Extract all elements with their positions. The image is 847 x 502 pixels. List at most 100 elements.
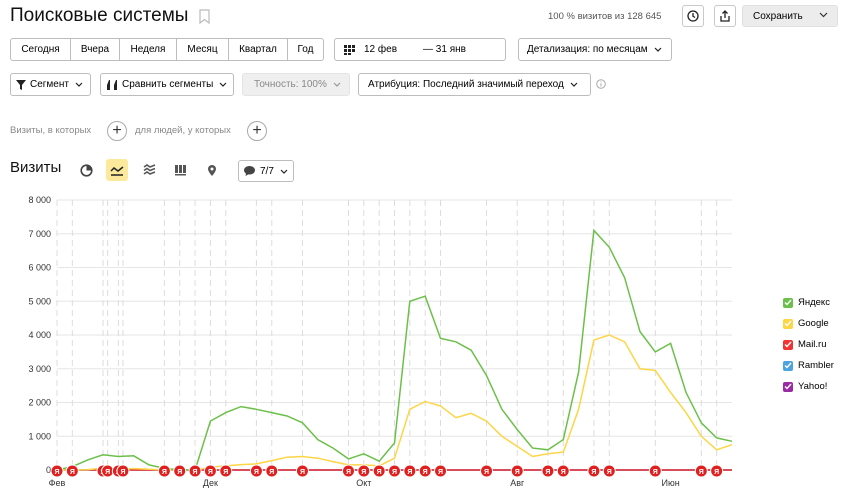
line-view-button[interactable] (106, 159, 128, 181)
save-button[interactable]: Сохранить (742, 5, 838, 27)
compare-segments-button[interactable]: Сравнить сегменты (100, 73, 234, 96)
detail-label: Детализация: по месяцам (527, 44, 648, 55)
bar-chart-icon (174, 165, 186, 176)
svg-text:Я: Я (105, 469, 110, 476)
accuracy-label: Точность: 100% (254, 79, 327, 90)
svg-text:Я: Я (70, 469, 75, 476)
legend-item[interactable]: Rambler (783, 360, 834, 371)
legend-item[interactable]: Яндекс (783, 297, 830, 308)
comment-marker[interactable]: Я (541, 464, 555, 478)
comment-marker[interactable]: Я (388, 464, 401, 478)
comment-marker[interactable]: Я (510, 464, 524, 478)
legend-item[interactable]: Yahoo! (783, 381, 827, 392)
x-tick-label: Окт (356, 478, 371, 488)
attribution-label: Атрибуция: Последний значимый переход (368, 79, 564, 90)
svg-text:Я: Я (545, 469, 550, 476)
pie-icon (79, 163, 93, 177)
comment-marker[interactable]: Я (65, 464, 79, 478)
checkbox-icon[interactable] (783, 381, 793, 392)
comment-marker[interactable]: Я (587, 464, 601, 478)
share-button[interactable] (714, 5, 736, 27)
comment-marker[interactable]: Я (116, 464, 130, 478)
comment-marker[interactable]: Я (372, 464, 386, 478)
legend-label: Google (798, 318, 829, 329)
svg-text:Я: Я (223, 469, 228, 476)
comment-marker[interactable]: Я (341, 464, 355, 478)
comment-marker[interactable]: Я (188, 464, 202, 478)
chevron-down-icon (819, 12, 828, 18)
legend-label: Mail.ru (798, 339, 827, 350)
visits-share-info: 100 % визитов из 128 645 (548, 11, 662, 22)
comment-marker[interactable]: Я (694, 464, 708, 478)
date-range-picker[interactable]: 12 фев — 31 янв (334, 38, 506, 61)
comment-marker[interactable]: Я (556, 464, 570, 478)
comment-marker[interactable]: Я (173, 464, 187, 478)
checkbox-icon[interactable] (783, 297, 793, 308)
info-icon[interactable] (596, 79, 606, 89)
history-button[interactable] (682, 5, 704, 27)
checkbox-icon[interactable] (783, 318, 793, 329)
comment-marker[interactable]: Я (434, 464, 448, 478)
filter-icon (16, 79, 26, 90)
svg-text:Я: Я (407, 469, 412, 476)
bookmark-icon[interactable] (199, 9, 210, 24)
comment-marker[interactable]: Я (157, 464, 171, 478)
period-week[interactable]: Неделя (120, 39, 177, 60)
visits-chart: 0 1 000 2 000 3 000 4 000 5 000 6 000 7 000 8 00… (28, 195, 733, 488)
comment-icon (244, 166, 255, 176)
chevron-down-icon (570, 82, 578, 87)
comment-marker[interactable]: Я (403, 464, 417, 478)
svg-text:Я: Я (208, 469, 213, 476)
svg-text:Я: Я (120, 469, 125, 476)
svg-text:Я: Я (484, 469, 489, 476)
checkbox-icon[interactable] (783, 339, 793, 350)
pie-view-button[interactable] (75, 159, 97, 181)
legend-item[interactable]: Google (783, 318, 829, 329)
page-title: Поисковые системы (10, 5, 189, 26)
calendar-icon (344, 44, 355, 55)
area-chart-icon (143, 164, 155, 175)
segment-label: Сегмент (30, 79, 69, 90)
comment-marker[interactable]: Я (710, 464, 724, 478)
chevron-down-icon (219, 82, 227, 87)
map-view-button[interactable] (201, 159, 223, 181)
segment-button[interactable]: Сегмент (10, 73, 91, 96)
comment-marker[interactable]: Я (295, 464, 309, 478)
comments-dropdown[interactable]: 7/7 (238, 160, 294, 182)
period-today[interactable]: Сегодня (11, 39, 71, 60)
area-view-button[interactable] (138, 159, 160, 181)
comment-marker[interactable]: Я (203, 464, 217, 478)
attribution-dropdown[interactable]: Атрибуция: Последний значимый переход (358, 73, 591, 96)
share-icon (720, 10, 730, 22)
chevron-down-icon (280, 169, 288, 174)
comment-marker[interactable]: Я (648, 464, 662, 478)
comment-marker[interactable]: Я (249, 464, 263, 478)
period-quarter[interactable]: Квартал (229, 39, 288, 60)
y-tick-label: 0 (46, 465, 51, 475)
visits-condition-label: Визиты, в которых (10, 125, 92, 136)
add-visit-condition-button[interactable]: + (107, 121, 127, 141)
comment-marker[interactable]: Я (418, 464, 432, 478)
comment-marker[interactable]: Я (219, 464, 233, 478)
bar-view-button[interactable] (169, 159, 191, 181)
comment-marker[interactable]: Я (480, 464, 494, 478)
comment-marker[interactable]: Я (50, 464, 64, 478)
legend-item[interactable]: Mail.ru (783, 339, 827, 350)
chevron-down-icon (333, 82, 341, 87)
y-tick-label: 2 000 (28, 398, 51, 408)
period-yesterday[interactable]: Вчера (71, 39, 120, 60)
legend-label: Яндекс (798, 297, 830, 308)
checkbox-icon[interactable] (783, 360, 793, 371)
y-tick-label: 1 000 (28, 431, 51, 441)
period-month[interactable]: Месяц (177, 39, 229, 60)
svg-text:Я: Я (254, 469, 259, 476)
svg-text:Я: Я (561, 469, 566, 476)
comment-marker[interactable]: Я (357, 464, 371, 478)
svg-text:Я: Я (714, 469, 719, 476)
period-year[interactable]: Год (288, 39, 323, 60)
add-people-condition-button[interactable]: + (247, 121, 267, 141)
detail-dropdown[interactable]: Детализация: по месяцам (518, 38, 672, 61)
comment-marker[interactable]: Я (602, 464, 616, 478)
comment-marker[interactable]: Я (101, 464, 115, 478)
comment-marker[interactable]: Я (265, 464, 279, 478)
